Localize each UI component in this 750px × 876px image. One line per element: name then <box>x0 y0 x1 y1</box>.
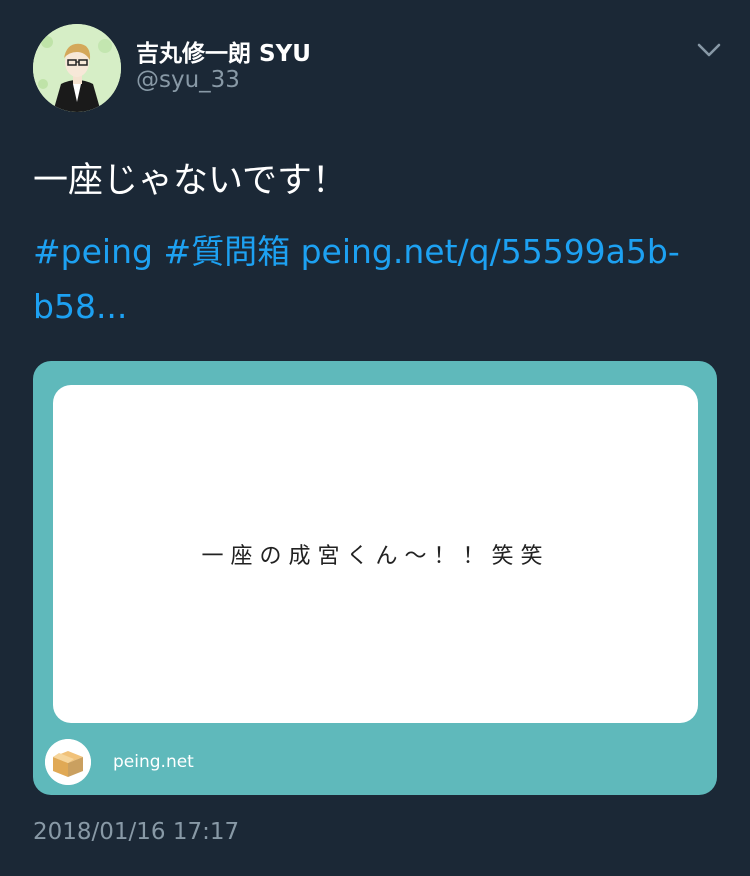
peing-box-icon <box>45 739 91 785</box>
card-image: 一座の成宮くん〜！！笑笑 <box>53 385 698 723</box>
card-question-text: 一座の成宮くん〜！！笑笑 <box>201 544 550 569</box>
chevron-down-icon[interactable] <box>696 40 722 60</box>
tweet: 吉丸修一朗 SYU @syu_33 一座じゃないです！ #peing #質問箱 … <box>0 0 750 876</box>
tweet-links: #peing #質問箱 peing.net/q/55599a5b-b58... <box>33 224 723 334</box>
link-preview-card[interactable]: 一座の成宮くん〜！！笑笑 peing.net <box>33 361 717 795</box>
author-handle[interactable]: @syu_33 <box>136 67 240 93</box>
link-line2: b58... <box>33 287 128 326</box>
user-avatar-illustration <box>33 24 121 112</box>
hashtag-question-box[interactable]: #質問箱 <box>163 232 290 271</box>
hashtag-peing[interactable]: #peing <box>33 232 153 271</box>
link-line1: peing.net/q/55599a5b- <box>300 232 680 271</box>
tweet-timestamp[interactable]: 2018/01/16 17:17 <box>33 819 239 845</box>
tweet-text: 一座じゃないです！ <box>33 161 347 201</box>
card-domain: peing.net <box>113 752 194 772</box>
user-avatar[interactable] <box>33 24 121 112</box>
author-display-name[interactable]: 吉丸修一朗 SYU <box>136 34 311 68</box>
